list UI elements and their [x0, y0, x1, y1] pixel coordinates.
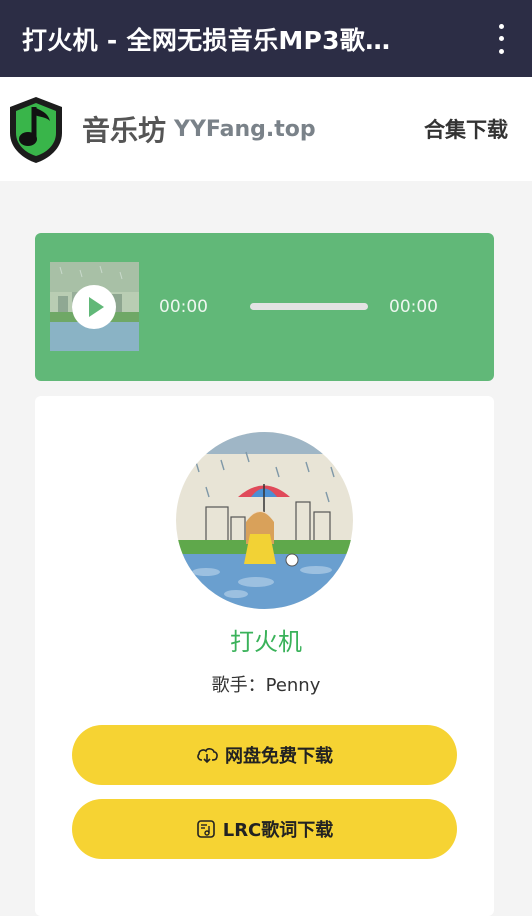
lrc-download-label: LRC歌词下载 [222, 820, 334, 841]
song-title: 打火机 [230, 628, 302, 656]
duration-time: 00:00 [389, 297, 438, 317]
brand-name: 音乐坊 [82, 114, 167, 147]
artist-name: 歌手：Penny [211, 675, 321, 696]
site-header: 音乐坊 YYFang.top 合集下载 [0, 77, 532, 181]
more-vert-icon[interactable] [496, 23, 506, 54]
cloud-download-icon [197, 748, 218, 764]
page-title: 打火机 - 全网无损音乐MP3歌… [22, 25, 391, 55]
cloud-download-button[interactable]: 网盘免费下载 [72, 725, 457, 785]
current-time: 00:00 [159, 297, 208, 317]
lrc-download-button[interactable]: LRC歌词下载 [72, 799, 457, 859]
app-bar: 打火机 - 全网无损音乐MP3歌… [0, 0, 532, 77]
brand-domain: YYFang.top [174, 116, 316, 142]
collection-download-link[interactable]: 合集下载 [424, 114, 508, 144]
lyrics-file-icon [196, 820, 215, 838]
album-art [176, 432, 353, 609]
play-icon[interactable] [72, 285, 116, 329]
progress-bar[interactable] [250, 303, 368, 310]
music-note-shield-icon[interactable] [4, 93, 68, 165]
cloud-download-label: 网盘免费下载 [225, 746, 333, 767]
